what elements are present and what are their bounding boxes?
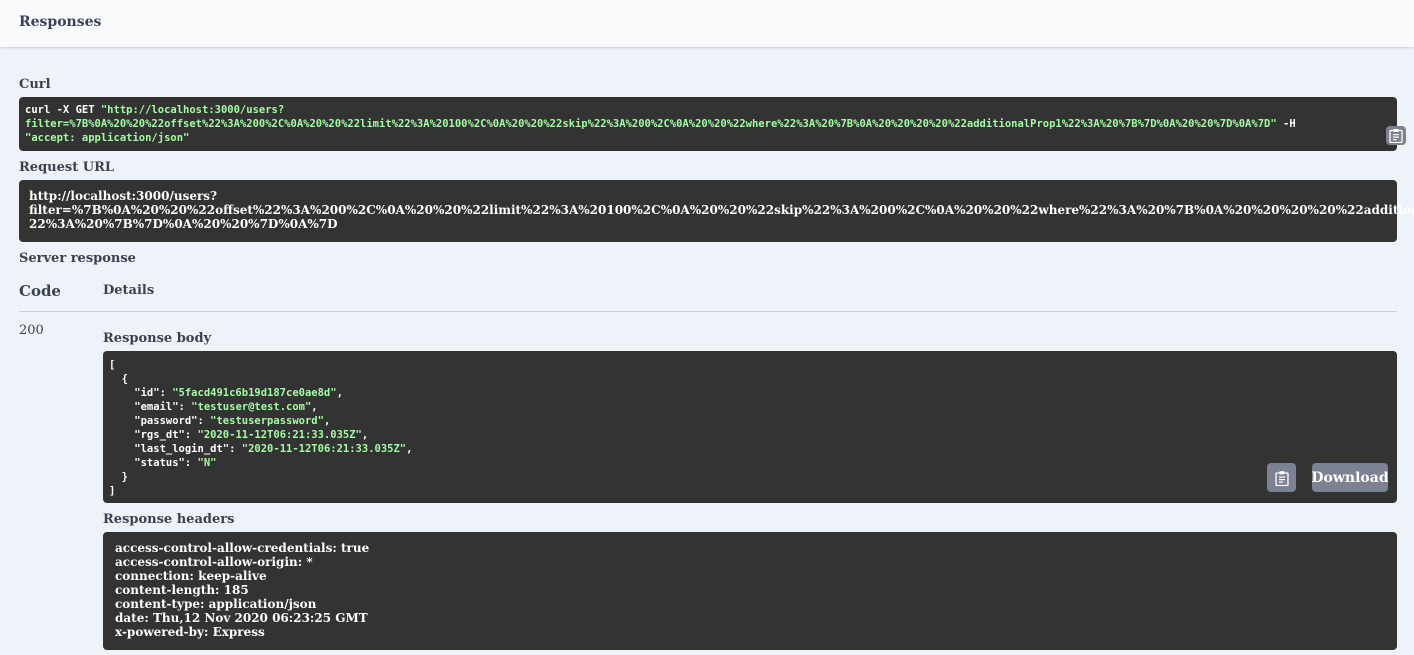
response-body-label: Response body [103,331,212,346]
curl-accept-header: "accept: application/json" [25,132,190,144]
curl-line-1: curl -X GET "http://localhost:3000/users… [25,103,1397,117]
clipboard-icon [1274,470,1289,486]
json-key: "last_login_dt": [109,443,242,455]
server-response-label: Server response [19,251,136,266]
json-value: "testuser@test.com" [191,401,312,413]
json-field-last-login-dt: "last_login_dt": "2020-11-12T06:21:33.03… [109,442,1397,456]
json-comma: , [323,415,331,427]
json-value: "N" [197,457,217,469]
curl-url-query: filter=%7B%0A%20%20%22offset%22%3A%200%2… [25,118,1277,130]
download-button[interactable]: Download [1311,463,1389,492]
request-url-box[interactable]: http://localhost:3000/users? filter=%7B%… [19,180,1414,242]
header-line: access-control-allow-credentials: true [115,541,370,555]
json-value: "2020-11-12T06:21:33.035Z" [197,429,362,441]
header-line: date: Thu,12 Nov 2020 06:23:25 GMT [115,611,368,625]
header-line: x-powered-by: Express [115,625,265,639]
header-line: content-type: application/json [115,597,317,611]
details-column-header: Details [103,283,155,298]
response-code: 200 [19,323,44,338]
curl-url-start: "http://localhost:3000/users? [100,104,285,116]
request-url-line-2: filter=%7B%0A%20%20%22offset%22%3A%200%2… [29,203,1414,217]
json-comma: , [361,429,369,441]
request-url-label: Request URL [19,160,115,175]
curl-header-flag: -H [1276,118,1296,130]
curl-command: curl -X GET [25,104,101,116]
json-key: "email": [109,401,192,413]
json-comma: , [311,401,318,413]
json-comma: , [406,443,413,455]
curl-line-3: "accept: application/json" [25,131,1397,145]
response-headers-label: Response headers [103,512,235,527]
response-headers-box[interactable]: access-control-allow-credentials: true a… [103,532,1397,650]
json-key: "id": [109,387,173,399]
json-value: "2020-11-12T06:21:33.035Z" [241,443,407,455]
json-key: "rgs_dt": [109,429,198,441]
header-line: access-control-allow-origin: * [115,555,313,569]
responses-header: Responses [0,0,1414,47]
json-field-status: "status": "N" [109,456,1397,470]
request-url-line-3: 22%3A%20%7B%7D%0A%20%20%7D%0A%7D [29,217,338,231]
code-column-header: Code [19,282,61,300]
json-field-email: "email": "testuser@test.com", [109,400,1397,414]
curl-label: Curl [19,77,51,92]
json-field-password: "password": "testuserpassword", [109,414,1397,428]
responses-title: Responses [19,14,102,30]
header-line: content-length: 185 [115,583,249,597]
json-value: "5facd491c6b19d187ce0ae8d" [172,387,337,399]
json-close-bracket: ] [109,485,116,497]
curl-copy-button[interactable] [1386,126,1406,145]
json-field-id: "id": "5facd491c6b19d187ce0ae8d", [109,386,1397,400]
curl-command-box[interactable]: curl -X GET "http://localhost:3000/users… [19,97,1406,151]
curl-line-2: filter=%7B%0A%20%20%22offset%22%3A%200%2… [25,117,1397,131]
response-body-copy-button[interactable] [1267,463,1296,492]
request-url-line-1: http://localhost:3000/users? [29,189,218,203]
json-key: "status": [109,457,198,469]
json-open-brace: { [109,373,128,385]
json-open-bracket: [ [109,359,116,371]
response-body-box[interactable]: [ { "id": "5facd491c6b19d187ce0ae8d", "e… [103,351,1397,503]
json-value: "testuserpassword" [210,415,324,427]
json-close-brace: } [109,471,128,483]
json-key: "password": [109,415,211,427]
clipboard-icon [1389,129,1403,143]
table-divider [19,311,1397,312]
json-comma: , [336,387,343,399]
header-line: connection: keep-alive [115,569,267,583]
json-field-rgs-dt: "rgs_dt": "2020-11-12T06:21:33.035Z", [109,428,1397,442]
